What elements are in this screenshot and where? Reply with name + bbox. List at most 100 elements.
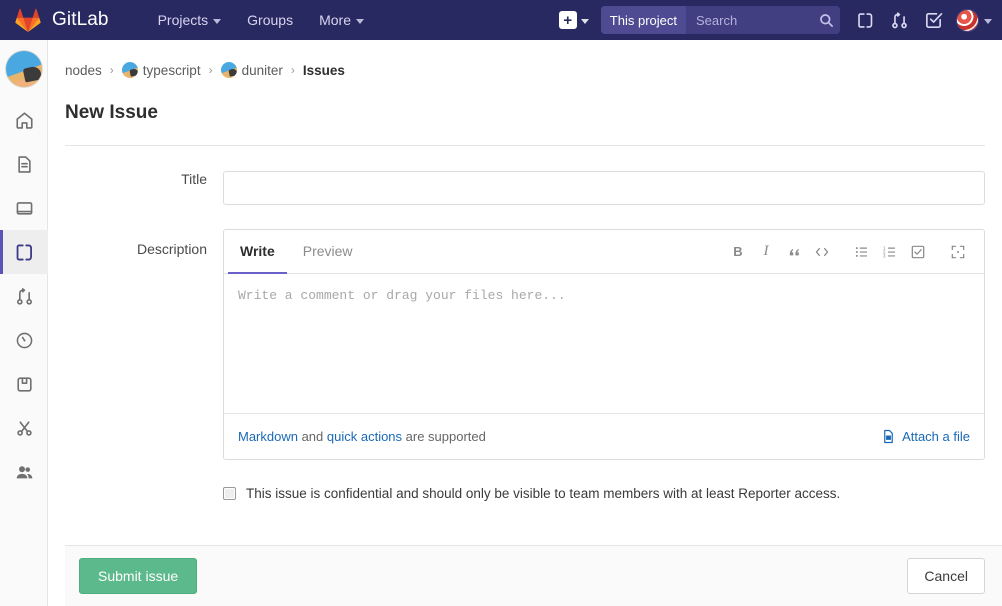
confidential-label: This issue is confidential and should on…: [246, 486, 841, 501]
merge-request-icon: [16, 287, 32, 305]
nav-item-groups-label: Groups: [247, 12, 294, 28]
quick-actions-link[interactable]: quick actions: [327, 429, 402, 444]
description-label: Description: [136, 241, 207, 257]
markdown-editor: Write Preview B I 1 2 3 Write a comment …: [223, 229, 985, 460]
sidebar-item-home[interactable]: [0, 98, 48, 142]
breadcrumb-item-typescript[interactable]: typescript: [121, 62, 201, 78]
numbered-list-icon[interactable]: 1 2 3: [876, 238, 904, 266]
search-scope-button[interactable]: This project: [600, 6, 686, 34]
rocket-clock-icon: [16, 332, 32, 348]
home-icon: [15, 111, 33, 129]
gitlab-fox-logo[interactable]: [8, 0, 48, 40]
repository-monitor-icon: [16, 201, 32, 215]
page-title: New Issue: [65, 102, 158, 123]
sidebar-item-repository[interactable]: [0, 186, 48, 230]
title-label: Title: [181, 171, 207, 187]
sidebar-item-project-overview[interactable]: [0, 142, 48, 186]
tab-preview[interactable]: Preview: [291, 230, 365, 274]
search-input[interactable]: [686, 6, 812, 34]
markdown-toolbar: B I 1 2 3: [724, 238, 972, 266]
attach-a-file-label: Attach a file: [902, 429, 970, 444]
navbar-right: + This project: [553, 0, 1002, 40]
project-avatar-icon: [220, 62, 237, 78]
sidebar-item-members[interactable]: [0, 450, 48, 494]
fullscreen-icon[interactable]: [944, 238, 972, 266]
nav-item-more[interactable]: More: [306, 0, 377, 40]
form-actions-bar: Submit issue Cancel: [65, 545, 1002, 606]
breadcrumb-separator: ›: [208, 63, 213, 77]
submit-issue-button[interactable]: Submit issue: [79, 558, 198, 594]
description-form-row: Description Write Preview B I 1 2 3 Writ…: [48, 229, 1002, 460]
description-textarea[interactable]: [224, 274, 984, 408]
svg-text:3: 3: [883, 253, 886, 259]
italic-icon[interactable]: I: [752, 238, 780, 266]
nav-item-more-label: More: [319, 12, 351, 28]
markdown-footer-text: Markdown and quick actions are supported: [238, 429, 486, 444]
breadcrumb-item-nodes[interactable]: nodes: [65, 63, 102, 78]
bold-icon[interactable]: B: [724, 238, 752, 266]
brand-title: GitLab: [52, 9, 109, 30]
nav-item-projects[interactable]: Projects: [145, 0, 235, 40]
title-field-wrap: [223, 171, 985, 205]
attach-image-icon: [884, 429, 893, 444]
breadcrumb-separator: ›: [109, 63, 114, 77]
plus-icon: +: [558, 11, 577, 29]
code-icon[interactable]: [808, 238, 836, 266]
sidebar-project-avatar-wrap[interactable]: [0, 40, 47, 98]
navbar-issues-icon[interactable]: [848, 0, 882, 40]
tab-write[interactable]: Write: [228, 230, 287, 274]
search-icon[interactable]: [812, 6, 840, 34]
nav-item-groups[interactable]: Groups: [234, 0, 306, 40]
cancel-button[interactable]: Cancel: [907, 558, 985, 594]
chevron-down-icon: [213, 18, 222, 24]
bullet-list-icon[interactable]: [848, 238, 876, 266]
user-avatar: [956, 8, 979, 32]
title-input[interactable]: [223, 171, 985, 205]
task-list-icon[interactable]: [904, 238, 932, 266]
markdown-editor-header: Write Preview B I 1 2 3: [224, 230, 984, 274]
quote-icon[interactable]: [780, 238, 808, 266]
description-field-wrap: Write Preview B I 1 2 3 Write a comment …: [223, 229, 985, 460]
breadcrumb-item-duniter[interactable]: duniter: [220, 62, 283, 78]
navbar-todos-checkmark-icon[interactable]: [916, 0, 950, 40]
supported-text: are supported: [402, 429, 486, 444]
markdown-tabs: Write Preview: [224, 230, 365, 274]
navbar-merge-request-icon[interactable]: [882, 0, 916, 40]
sidebar-item-snippets[interactable]: [0, 406, 48, 450]
chevron-down-icon: [356, 18, 364, 24]
breadcrumb-item-issues: Issues: [302, 62, 345, 78]
issues-icon: [16, 244, 32, 260]
breadcrumb-item-duniter-label: duniter: [241, 62, 283, 78]
search-bar: This project: [600, 6, 840, 34]
group-avatar-icon: [121, 62, 138, 78]
users-icon: [16, 465, 32, 478]
confidential-checkbox[interactable]: [223, 487, 236, 500]
left-sidebar: [0, 40, 48, 606]
title-form-row: Title: [48, 171, 1002, 205]
confidential-inner: This issue is confidential and should on…: [223, 486, 840, 501]
sidebar-item-packages[interactable]: [0, 362, 48, 406]
package-icon: [16, 376, 32, 392]
chevron-down-icon: [580, 18, 589, 24]
breadcrumb-separator: ›: [290, 63, 295, 77]
sidebar-item-ci-cd[interactable]: [0, 318, 48, 362]
breadcrumb-item-nodes-label: nodes: [65, 62, 102, 78]
breadcrumb: nodes › typescript › duniter › Issues: [48, 54, 1002, 86]
title-divider: [65, 145, 985, 146]
breadcrumb-item-typescript-label: typescript: [142, 62, 201, 78]
user-menu-button[interactable]: [950, 8, 992, 32]
markdown-link[interactable]: Markdown: [238, 429, 298, 444]
main-content: nodes › typescript › duniter › Issues Ne…: [48, 40, 1002, 606]
file-document-icon: [17, 155, 31, 173]
primary-nav: Projects Groups More: [145, 0, 377, 40]
scissors-icon: [16, 420, 32, 436]
nav-item-projects-label: Projects: [157, 12, 209, 28]
markdown-editor-footer: Markdown and quick actions are supported…: [224, 413, 984, 459]
confidential-row: This issue is confidential and should on…: [48, 486, 1002, 501]
project-avatar: [4, 50, 43, 88]
attach-a-file-button[interactable]: Attach a file: [881, 429, 970, 444]
sidebar-item-merge-requests[interactable]: [0, 274, 48, 318]
sidebar-item-issues[interactable]: [0, 230, 48, 274]
chevron-down-icon: [984, 18, 992, 24]
new-item-button[interactable]: +: [553, 11, 595, 29]
